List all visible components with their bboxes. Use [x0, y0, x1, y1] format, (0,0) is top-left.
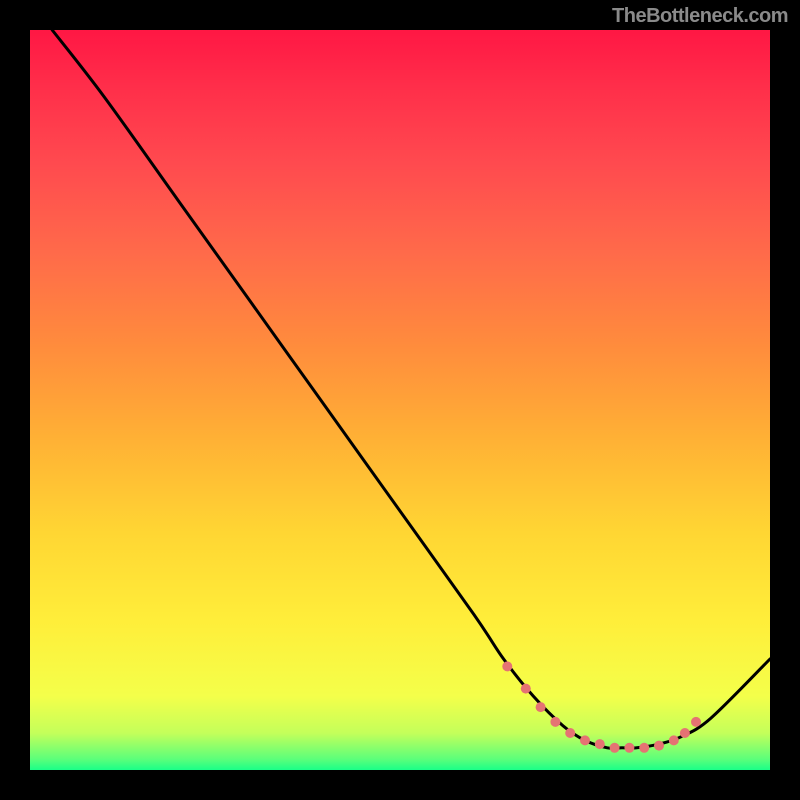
chart-stage: TheBottleneck.com	[0, 0, 800, 800]
optimal-marker	[624, 743, 634, 753]
bottleneck-curve	[52, 30, 770, 748]
optimal-marker	[580, 735, 590, 745]
optimal-marker	[502, 661, 512, 671]
optimal-marker	[565, 728, 575, 738]
attribution-label: TheBottleneck.com	[612, 5, 788, 28]
optimal-marker	[680, 728, 690, 738]
optimal-marker	[639, 743, 649, 753]
optimal-marker	[550, 717, 560, 727]
optimal-marker	[691, 717, 701, 727]
optimal-marker	[595, 739, 605, 749]
bottleneck-plot	[30, 30, 770, 770]
optimal-marker	[610, 743, 620, 753]
optimal-marker	[536, 702, 546, 712]
optimal-marker	[654, 741, 664, 751]
optimal-marker	[521, 684, 531, 694]
curve-layer	[30, 30, 770, 770]
optimal-marker	[669, 735, 679, 745]
optimal-markers	[502, 661, 701, 752]
